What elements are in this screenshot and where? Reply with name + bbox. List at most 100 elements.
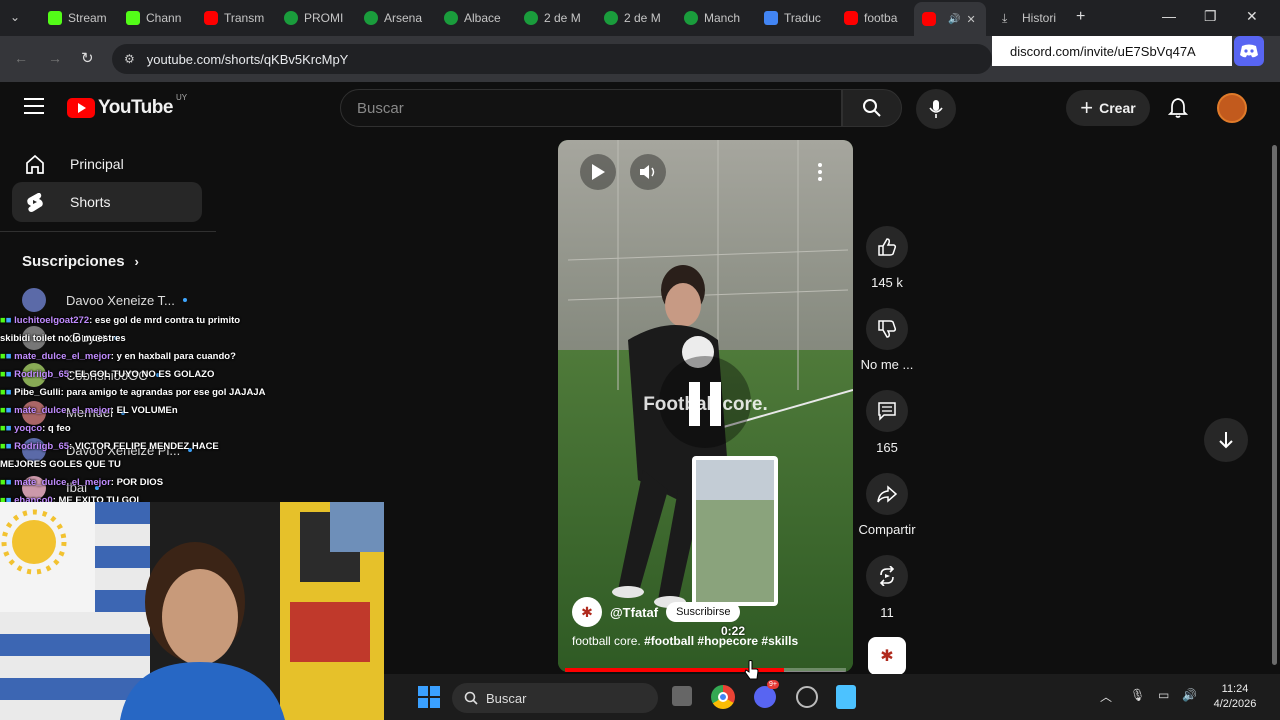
like-count: 145 k bbox=[871, 275, 903, 290]
discord-badge: 9+ bbox=[767, 680, 779, 689]
sidebar-item-principal[interactable]: Principal bbox=[12, 144, 202, 184]
like-button[interactable] bbox=[866, 226, 908, 268]
site-settings-icon[interactable]: ⚙ bbox=[124, 52, 135, 66]
tab-label: Albace bbox=[464, 11, 501, 25]
chat-text: : q feo bbox=[42, 423, 71, 434]
maximize-icon[interactable]: ❐ bbox=[1204, 8, 1217, 25]
channel-avatar[interactable]: ✱ bbox=[572, 597, 602, 627]
play-icon bbox=[592, 164, 605, 180]
youtube-logo[interactable]: YouTube UY bbox=[67, 93, 187, 119]
notifications-button[interactable] bbox=[1167, 97, 1189, 124]
reload-icon[interactable]: ↻ bbox=[81, 49, 94, 67]
obs-icon[interactable] bbox=[796, 686, 818, 708]
more-options-button[interactable] bbox=[812, 160, 828, 184]
tab-close-icon[interactable]: ✕ bbox=[966, 13, 975, 26]
caption-hashtags[interactable]: #football #hopecore #skills bbox=[644, 634, 798, 648]
notepad-icon[interactable] bbox=[836, 685, 856, 709]
url-bar[interactable]: ⚙ youtube.com/shorts/qKBv5KrcMpY bbox=[112, 44, 992, 74]
subscription-name: Davoo Xeneize T... bbox=[66, 292, 175, 308]
channel-logo-icon: ✱ bbox=[581, 603, 593, 620]
progress-bar[interactable] bbox=[565, 668, 846, 672]
share-icon bbox=[877, 485, 897, 503]
subscribe-button[interactable]: Suscribirse bbox=[666, 602, 741, 622]
browser-tab[interactable]: 2 de M bbox=[596, 4, 674, 32]
browser-tab[interactable]: 🔊 ✕ bbox=[914, 2, 986, 36]
sidebar-divider bbox=[0, 231, 216, 232]
volume-button[interactable] bbox=[630, 154, 666, 190]
play-button[interactable] bbox=[580, 154, 616, 190]
browser-tab[interactable]: Arsena bbox=[356, 4, 434, 32]
shorts-video-player[interactable]: Football core. ✱ @Tfataf Suscribirse 0:2… bbox=[558, 140, 853, 672]
dot-icon bbox=[818, 170, 822, 174]
remix-icon bbox=[879, 566, 895, 586]
tab-audio-icon[interactable]: 🔊 bbox=[948, 14, 960, 25]
youtube-logo-icon bbox=[67, 98, 95, 118]
tab-label: Stream bbox=[68, 11, 107, 25]
new-tab-button[interactable]: + bbox=[1076, 8, 1085, 26]
football-icon bbox=[364, 11, 378, 25]
browser-tab[interactable]: Stream bbox=[40, 4, 116, 32]
browser-tab[interactable]: PROMI bbox=[276, 4, 354, 32]
chat-text: : VICTOR FELIPE MENDEZ HACE bbox=[69, 441, 219, 452]
audio-source-thumbnail[interactable]: ✱ bbox=[868, 637, 906, 675]
chat-message-continuation: MEJORES GOLES QUE TU bbox=[0, 459, 121, 470]
create-label: Crear bbox=[1099, 100, 1136, 116]
browser-tab[interactable]: Manch bbox=[676, 4, 754, 32]
dislike-button[interactable] bbox=[866, 308, 908, 350]
subscription-item[interactable]: Davoo Xeneize T... bbox=[22, 288, 216, 312]
menu-icon[interactable] bbox=[24, 98, 44, 119]
share-button[interactable] bbox=[866, 473, 908, 515]
next-short-button[interactable] bbox=[1204, 418, 1248, 462]
browser-tab[interactable]: footba bbox=[836, 4, 912, 32]
discord-taskbar-icon[interactable] bbox=[754, 686, 776, 708]
comments-button[interactable] bbox=[866, 390, 908, 432]
youtube-header: YouTube UY Buscar + Crear bbox=[0, 82, 1280, 134]
speaker-icon[interactable]: 🔊 bbox=[1182, 688, 1197, 702]
start-button[interactable] bbox=[418, 686, 440, 713]
chat-username: mate_dulce_el_mejor bbox=[14, 351, 111, 362]
discord-link-popup[interactable]: discord.com/invite/uE7SbVq47A bbox=[992, 36, 1232, 66]
clock[interactable]: 11:24 4/2/2026 bbox=[1210, 682, 1260, 712]
page-scrollbar[interactable] bbox=[1272, 145, 1277, 665]
chat-username: mate_dulce_el_mejor bbox=[14, 477, 111, 488]
tab-search-chevron-icon[interactable]: ⌄ bbox=[10, 10, 20, 24]
youtube-icon bbox=[844, 11, 858, 25]
browser-tab[interactable]: Chann bbox=[118, 4, 194, 32]
chat-badges-icon: ■■ bbox=[0, 315, 12, 326]
minimize-icon[interactable]: — bbox=[1162, 8, 1176, 24]
subscriptions-header[interactable]: Suscripciones › bbox=[22, 253, 139, 270]
football-icon bbox=[524, 11, 538, 25]
browser-tab[interactable]: Traduc bbox=[756, 4, 834, 32]
sidebar-item-shorts[interactable]: Shorts bbox=[12, 182, 202, 222]
chrome-icon[interactable] bbox=[711, 685, 735, 709]
remix-button[interactable] bbox=[866, 555, 908, 597]
task-view-icon[interactable] bbox=[672, 686, 692, 706]
microphone-icon bbox=[929, 100, 943, 118]
avatar[interactable] bbox=[1217, 93, 1247, 123]
taskbar-search[interactable]: Buscar bbox=[452, 683, 658, 713]
search-icon bbox=[464, 691, 478, 705]
forward-icon[interactable]: → bbox=[48, 50, 62, 66]
shorts-icon bbox=[27, 193, 43, 212]
tab-label: 2 de M bbox=[544, 11, 581, 25]
browser-tab[interactable]: Albace bbox=[436, 4, 514, 32]
search-input[interactable]: Buscar bbox=[340, 89, 842, 127]
browser-tab[interactable]: 2 de M bbox=[516, 4, 594, 32]
back-icon[interactable]: ← bbox=[14, 50, 28, 66]
search-button[interactable] bbox=[842, 89, 902, 127]
discord-extension-button[interactable] bbox=[1234, 36, 1264, 66]
taskbar-search-placeholder: Buscar bbox=[486, 690, 527, 706]
thumbs-up-icon bbox=[878, 238, 897, 256]
microphone-tray-icon[interactable]: 🎙 bbox=[1130, 688, 1145, 702]
browser-tab[interactable]: Transm bbox=[196, 4, 274, 32]
browser-tab[interactable]: ⤓ Histori bbox=[994, 4, 1066, 32]
windows-taskbar: Buscar 9+ ︿ 🎙 ▭ 🔊 11:24 4/2/2026 bbox=[384, 674, 1280, 720]
create-button[interactable]: + Crear bbox=[1066, 90, 1150, 126]
network-icon[interactable]: ▭ bbox=[1158, 688, 1169, 702]
channel-name[interactable]: @Tfataf bbox=[610, 605, 658, 620]
chat-username: mate_dulce_el_mejor bbox=[14, 405, 111, 416]
close-window-icon[interactable]: ✕ bbox=[1246, 8, 1258, 25]
show-hidden-icons[interactable]: ︿ bbox=[1100, 688, 1112, 705]
voice-search-button[interactable] bbox=[916, 89, 956, 129]
webcam-scene bbox=[0, 502, 384, 720]
